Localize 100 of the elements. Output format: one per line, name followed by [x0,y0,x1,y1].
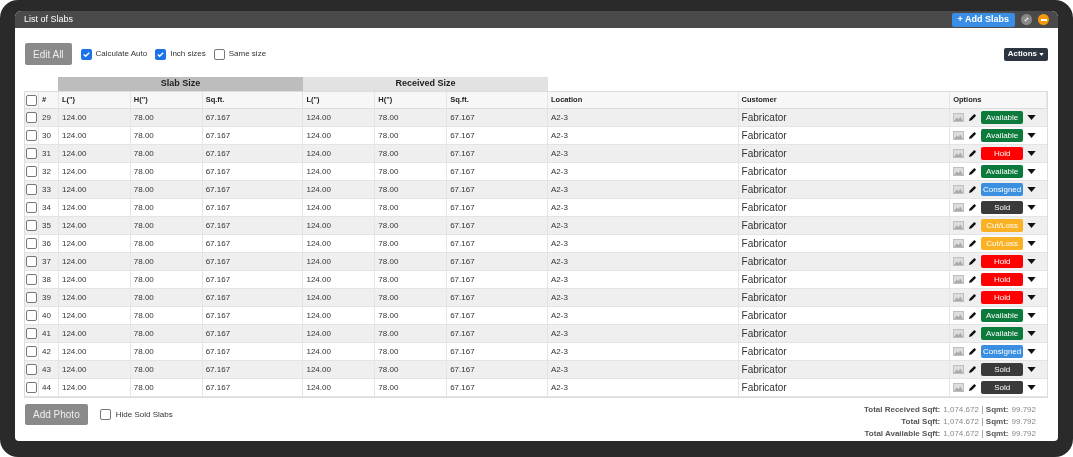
checkbox[interactable] [26,256,37,267]
add-photo-button[interactable]: Add Photo [25,404,88,425]
checkbox[interactable] [26,346,37,357]
caret-icon[interactable] [1027,133,1037,138]
table-cell: A2-3 [550,363,568,376]
status-badge[interactable]: Hold [981,291,1024,304]
caret-icon[interactable] [1027,187,1037,192]
checkbox[interactable] [26,310,37,321]
caret-icon[interactable] [1027,313,1037,318]
checkbox[interactable] [26,328,37,339]
checkbox[interactable] [26,112,37,123]
table-cell: 67.167 [450,201,475,214]
table-cell: 78.00 [378,219,399,232]
status-badge[interactable]: Hold [981,273,1024,286]
status-badge[interactable]: Sold [981,201,1024,214]
status-badge[interactable]: Available [981,165,1024,178]
table-cell: 124.00 [306,363,331,376]
table-cell: A2-3 [550,201,568,214]
checkbox[interactable] [213,48,225,60]
checkbox[interactable] [80,48,92,60]
status-badge[interactable]: Available [981,129,1024,142]
table-cell: 124.00 [61,309,87,322]
checkbox[interactable] [26,166,37,177]
status-badge[interactable]: Hold [981,255,1024,268]
caret-icon[interactable] [1027,223,1037,228]
table-cell: 78.00 [378,111,399,124]
table-cell: 33 [41,183,51,196]
table-cell: 124.00 [306,273,331,286]
checkbox[interactable] [26,130,37,141]
status-badge[interactable]: Available [981,111,1024,124]
table-cell: 124.00 [61,111,87,124]
checkbox[interactable] [26,184,37,195]
table-cell: 78.00 [133,219,154,232]
add-slabs-button[interactable]: + Add Slabs [951,12,1015,27]
status-badge[interactable]: Hold [981,147,1024,160]
table-cell: 67.167 [450,237,475,250]
table-cell: A2-3 [550,219,568,232]
checkbox[interactable] [26,202,37,213]
table-cell: 67.167 [450,111,475,124]
checkbox[interactable] [26,292,37,303]
table-cell: 78.00 [378,363,399,376]
caret-icon[interactable] [1027,205,1037,210]
table-cell-text: Fabricator [741,219,787,233]
total-value: 1,074.672 [943,416,979,428]
caret-icon[interactable] [1027,169,1037,174]
caret-icon[interactable] [1027,277,1037,282]
caret-icon[interactable] [1027,367,1037,372]
table-cell: 78.00 [133,237,154,250]
table-cell: 67.167 [205,345,231,358]
checkbox[interactable] [26,94,37,106]
table-cell: 78.00 [378,291,399,304]
total-value: 99.792 [1011,416,1036,428]
table-cell: 78.00 [378,129,399,142]
checkbox[interactable] [26,220,37,231]
checkbox[interactable] [155,48,167,60]
table-cell: A2-3 [550,255,568,268]
table-cell: 124.00 [306,111,331,124]
actions-button[interactable]: Actions [1003,47,1048,61]
checkbox-label: Calculate Auto [95,48,148,60]
checkbox[interactable] [26,364,37,375]
table-cell: 124.00 [61,201,87,214]
table-cell: 78.00 [378,147,399,160]
table-cell: 124.00 [61,183,87,196]
edit-all-button[interactable]: Edit All [25,43,72,65]
caret-icon[interactable] [1027,331,1037,336]
table-cell: 67.167 [450,381,475,394]
caret-icon[interactable] [1027,241,1037,246]
checkbox[interactable] [26,382,37,393]
table-cell: 78.00 [133,255,154,268]
status-badge[interactable]: Available [981,309,1024,322]
table-cell: 67.167 [205,129,231,142]
checkbox[interactable] [99,409,111,420]
caret-icon[interactable] [1027,259,1037,264]
minimize-icon[interactable] [1038,14,1049,25]
table-cell: 124.00 [306,183,331,196]
caret-icon[interactable] [1027,295,1037,300]
checkbox[interactable] [26,148,37,159]
checkbox[interactable] [26,274,37,285]
caret-icon[interactable] [1027,385,1037,390]
table-cell: 124.00 [61,273,87,286]
caret-icon[interactable] [1027,349,1037,354]
status-badge[interactable]: Consigned [981,345,1024,358]
total-label: Total Sqft: [901,416,941,428]
table-cell: 41 [41,327,51,340]
caret-icon[interactable] [1027,115,1037,120]
table-cell: A2-3 [550,309,568,322]
table-cell: 67.167 [450,273,475,286]
status-badge[interactable]: Consigned [981,183,1024,196]
table-cell-text: Fabricator [741,291,787,305]
status-badge[interactable]: Sold [981,381,1024,394]
table-cell: A2-3 [550,165,568,178]
checkbox[interactable] [26,238,37,249]
table-cell: 67.167 [205,183,231,196]
table-cell: A2-3 [550,183,568,196]
status-badge[interactable]: Sold [981,363,1024,376]
status-badge[interactable]: Available [981,327,1024,340]
expand-icon[interactable] [1021,14,1032,25]
table-cell: 124.00 [306,345,331,358]
caret-icon[interactable] [1027,151,1037,156]
table-cell-text: Fabricator [741,345,787,359]
